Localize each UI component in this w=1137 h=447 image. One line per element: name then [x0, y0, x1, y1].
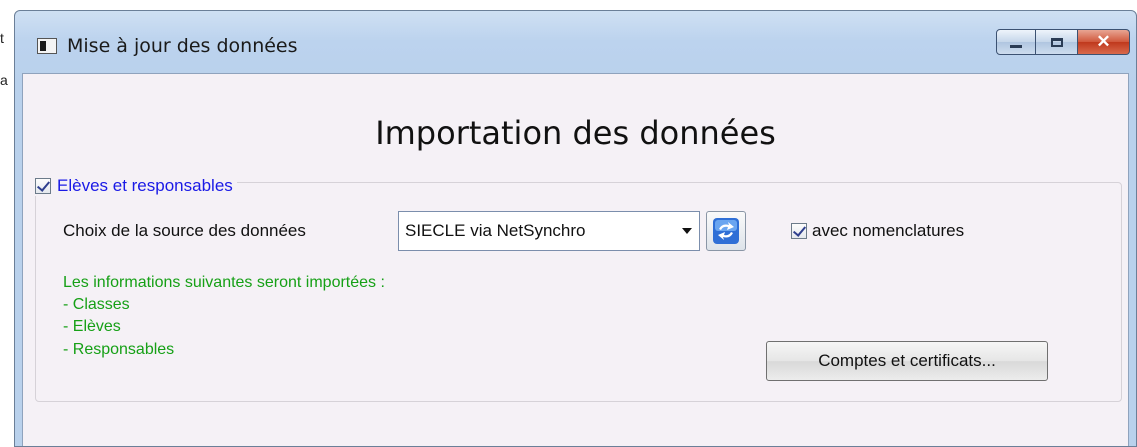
- window-title: Mise à jour des données: [67, 35, 298, 57]
- nomenclature-checkbox-row[interactable]: avec nomenclatures: [791, 221, 964, 241]
- page-title: Importation des données: [375, 114, 776, 152]
- source-label: Choix de la source des données: [63, 221, 306, 240]
- maximize-icon: [1050, 37, 1063, 47]
- maximize-button[interactable]: [1036, 29, 1078, 55]
- background-glyph: t: [0, 30, 4, 46]
- minimize-button[interactable]: [996, 29, 1036, 55]
- close-icon: ✕: [1096, 32, 1111, 51]
- info-item: - Elèves: [63, 318, 121, 335]
- close-button[interactable]: ✕: [1078, 29, 1130, 55]
- sync-icon: [713, 218, 739, 244]
- students-checkbox[interactable]: [35, 178, 51, 194]
- nomenclature-checkbox[interactable]: [791, 223, 807, 239]
- dialog-client-area: Importation des données Elèves et respon…: [22, 73, 1129, 446]
- background-edge: t a: [0, 0, 14, 447]
- students-checkbox-row[interactable]: Elèves et responsables: [35, 176, 237, 196]
- source-select-value: SIECLE via NetSynchro: [405, 221, 586, 240]
- dropdown-arrow-icon[interactable]: [675, 212, 699, 250]
- caption-buttons: ✕: [996, 29, 1130, 57]
- info-heading: Les informations suivantes seront import…: [63, 274, 385, 291]
- nomenclature-label[interactable]: avec nomenclatures: [812, 221, 964, 241]
- dialog-window: Mise à jour des données ✕ Importation de…: [14, 10, 1137, 447]
- info-item: - Classes: [63, 296, 130, 313]
- app-window-icon: [37, 38, 57, 54]
- sync-button[interactable]: [706, 211, 746, 251]
- background-glyph: a: [0, 72, 8, 88]
- info-item: - Responsables: [63, 341, 175, 358]
- title-bar[interactable]: Mise à jour des données ✕: [15, 11, 1136, 73]
- minimize-icon: [1010, 44, 1022, 48]
- accounts-certificates-button[interactable]: Comptes et certificats...: [766, 341, 1048, 381]
- source-select[interactable]: SIECLE via NetSynchro: [398, 211, 700, 251]
- students-checkbox-label[interactable]: Elèves et responsables: [57, 176, 233, 196]
